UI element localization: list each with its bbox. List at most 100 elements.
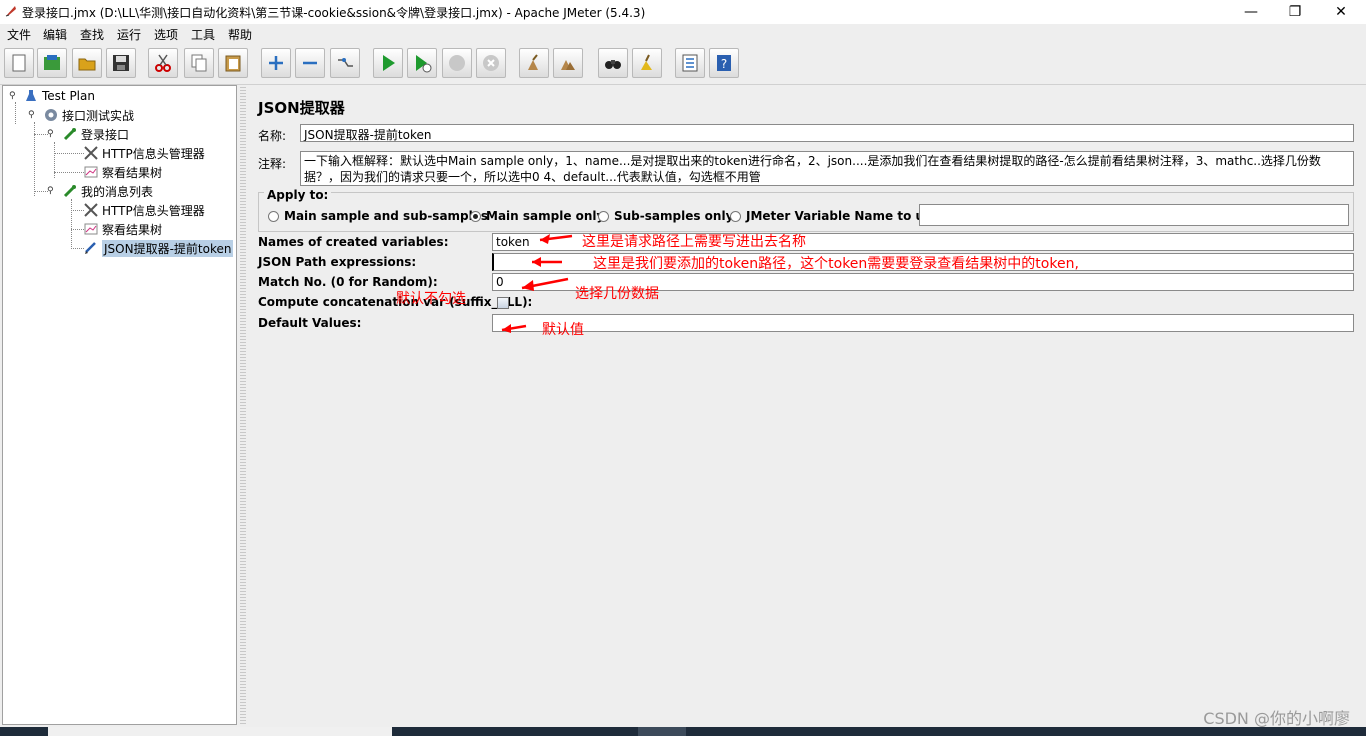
radio-main-and-sub[interactable]: Main sample and sub-samples: [268, 209, 488, 223]
templates-icon: [44, 55, 60, 70]
help-icon: ?: [717, 55, 731, 71]
menu-search[interactable]: 查找: [80, 26, 104, 43]
apply-to-title: Apply to:: [264, 188, 332, 202]
copy-button[interactable]: [184, 48, 214, 78]
save-icon: [113, 55, 129, 71]
tree-node-label: JSON提取器-提前token: [102, 239, 234, 257]
templates-button[interactable]: [37, 48, 67, 78]
shutdown-button[interactable]: [476, 48, 506, 78]
tree-node-json-extractor[interactable]: JSON提取器-提前token: [83, 239, 234, 257]
copy-icon: [191, 54, 207, 72]
stop-icon: [449, 55, 465, 71]
tree-node-label: HTTP信息头管理器: [102, 146, 205, 161]
extractor-icon: [85, 242, 96, 254]
broom-icon: [528, 54, 538, 70]
radio-main-only[interactable]: Main sample only: [470, 209, 604, 223]
reset-search-icon: [641, 54, 652, 70]
tree-node-label: 察看结果树: [102, 165, 163, 180]
wrench-icon: [84, 203, 98, 217]
svg-text:?: ?: [721, 57, 727, 71]
cut-icon: [155, 54, 171, 72]
cut-button[interactable]: [148, 48, 178, 78]
graph-icon: [84, 166, 98, 178]
title-bar: 登录接口.jmx (D:\LL\华测\接口自动化资料\第三节课-cookie&s…: [0, 0, 1366, 24]
taskbar: [0, 727, 1366, 736]
paste-button[interactable]: [218, 48, 248, 78]
tree-toggle-thread-group[interactable]: ⚲: [28, 111, 36, 120]
taskbar-active-app[interactable]: [638, 727, 686, 736]
window-title: 登录接口.jmx (D:\LL\华测\接口自动化资料\第三节课-cookie&s…: [22, 6, 646, 20]
clear-all-button[interactable]: [553, 48, 583, 78]
radio-button-icon: [268, 210, 279, 222]
start-no-pauses-button[interactable]: [407, 48, 437, 78]
radio-label: Main sample and sub-samples: [284, 209, 489, 223]
tree-node-results-tree-2[interactable]: 察看结果树: [83, 220, 162, 238]
annotation-json-path: 这里是我们要添加的token路径，这个token需要要登录查看结果树中的toke…: [593, 256, 1079, 272]
tree-node-login-sampler[interactable]: 登录接口: [62, 125, 129, 143]
close-button[interactable]: ✕: [1318, 0, 1364, 24]
new-button[interactable]: [4, 48, 34, 78]
minimize-button[interactable]: —: [1228, 0, 1274, 24]
save-button[interactable]: [106, 48, 136, 78]
broom-all-icon: [561, 60, 575, 70]
tree-node-header-manager-2[interactable]: HTTP信息头管理器: [83, 201, 205, 219]
radio-label: JMeter Variable Name to use: [746, 209, 940, 223]
tree-node-thread-group[interactable]: 接口测试实战: [43, 106, 134, 124]
menu-bar: 文件 编辑 查找 运行 选项 工具 帮助: [0, 24, 1366, 44]
names-label: Names of created variables:: [258, 235, 449, 249]
toggle-button[interactable]: [330, 48, 360, 78]
radio-label: Main sample only: [486, 209, 605, 223]
name-label: 名称:: [258, 129, 287, 143]
open-button[interactable]: [72, 48, 102, 78]
tree-node-results-tree-1[interactable]: 察看结果树: [83, 163, 162, 181]
name-field[interactable]: JSON提取器-提前token: [300, 124, 1354, 142]
annotation-concat: 默认不勾选: [396, 291, 466, 307]
plus-icon: [269, 56, 283, 70]
json-path-label: JSON Path expressions:: [258, 255, 417, 269]
stop-button[interactable]: [442, 48, 472, 78]
tree-node-label: 登录接口: [81, 127, 130, 142]
menu-file[interactable]: 文件: [7, 26, 31, 43]
comment-label: 注释:: [258, 157, 287, 171]
jmeter-variable-field[interactable]: [919, 204, 1349, 226]
radio-sub-only[interactable]: Sub-samples only: [598, 209, 733, 223]
clear-button[interactable]: [519, 48, 549, 78]
annotation-match: 选择几份数据: [575, 286, 659, 302]
tree-node-messages-sampler[interactable]: 我的消息列表: [62, 182, 153, 200]
radio-label: Sub-samples only: [614, 209, 734, 223]
menu-tools[interactable]: 工具: [191, 26, 215, 43]
red-arrow-icon: [532, 257, 562, 267]
tree-toggle-messages[interactable]: ⚲: [47, 187, 55, 196]
tree-node-test-plan[interactable]: Test Plan: [23, 87, 95, 105]
menu-edit[interactable]: 编辑: [43, 26, 67, 43]
taskbar-search-box[interactable]: [48, 727, 392, 736]
red-arrow-icon: [501, 324, 527, 333]
default-values-field[interactable]: [492, 314, 1354, 332]
menu-help[interactable]: 帮助: [228, 26, 252, 43]
reset-search-button[interactable]: [632, 48, 662, 78]
split-pane-divider[interactable]: [240, 85, 246, 725]
menu-run[interactable]: 运行: [117, 26, 141, 43]
wrench-icon: [84, 146, 98, 160]
search-button[interactable]: [598, 48, 628, 78]
tree-node-label: 我的消息列表: [81, 184, 154, 199]
radio-jmeter-variable[interactable]: JMeter Variable Name to use: [730, 209, 939, 223]
menu-options[interactable]: 选项: [154, 26, 178, 43]
gear-icon: [45, 109, 57, 121]
restore-button[interactable]: ❐: [1272, 0, 1318, 24]
tree-toggle-test-plan[interactable]: ⚲: [9, 92, 17, 101]
tree-node-header-manager-1[interactable]: HTTP信息头管理器: [83, 144, 205, 162]
tree-node-label: Test Plan: [42, 89, 95, 103]
binoculars-icon: [605, 60, 621, 69]
new-icon: [12, 54, 26, 72]
function-helper-button[interactable]: [675, 48, 705, 78]
pipette-icon: [63, 128, 76, 141]
concat-checkbox[interactable]: [497, 297, 509, 309]
play-icon: [383, 55, 395, 71]
start-button[interactable]: [373, 48, 403, 78]
help-button[interactable]: ?: [709, 48, 739, 78]
expand-all-button[interactable]: [261, 48, 291, 78]
comment-field[interactable]: 一下输入框解释：默认选中Main sample only，1、name...是对…: [300, 151, 1354, 186]
collapse-all-button[interactable]: [295, 48, 325, 78]
tree-toggle-login[interactable]: ⚲: [47, 130, 55, 139]
